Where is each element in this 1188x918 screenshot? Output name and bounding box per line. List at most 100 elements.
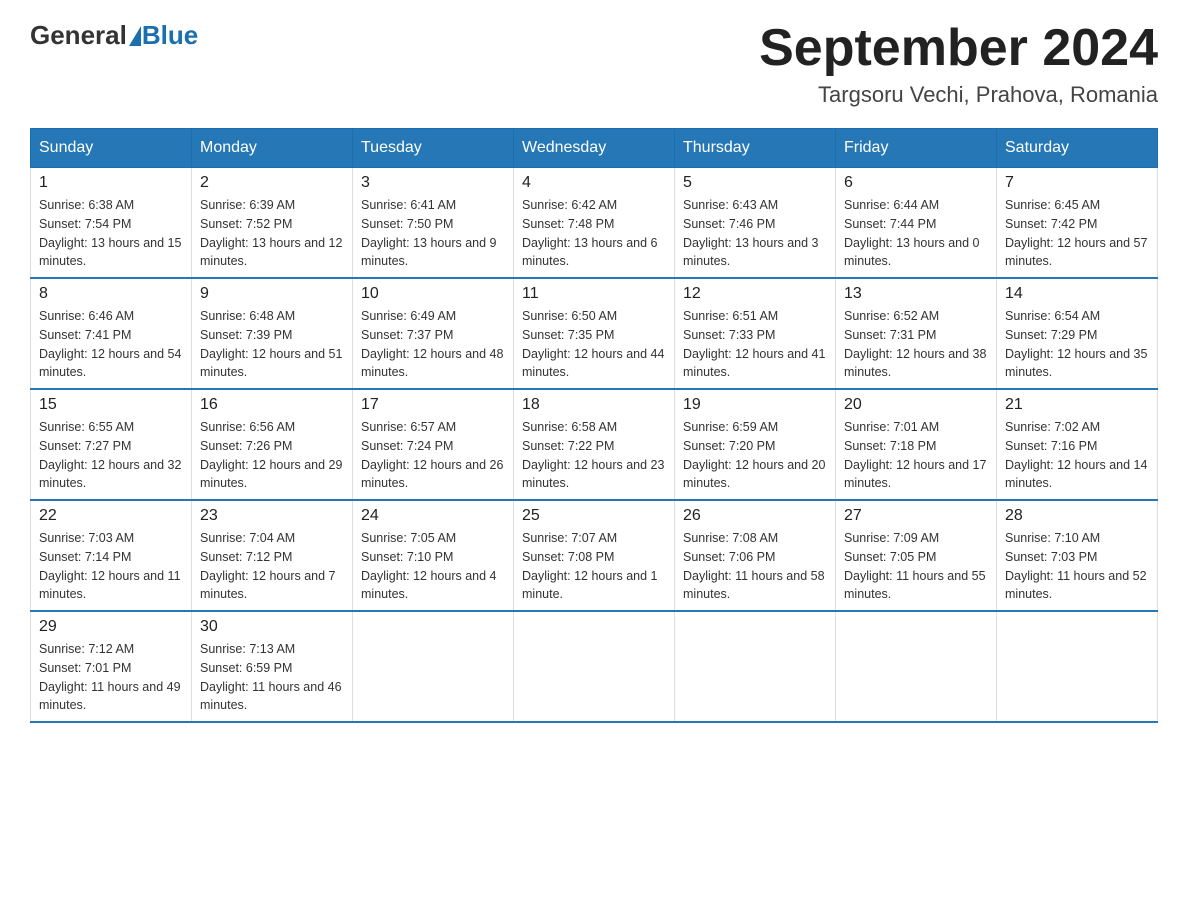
- day-number: 14: [1005, 285, 1149, 303]
- calendar-cell: 1 Sunrise: 6:38 AM Sunset: 7:54 PM Dayli…: [31, 168, 192, 279]
- calendar-cell: 6 Sunrise: 6:44 AM Sunset: 7:44 PM Dayli…: [836, 168, 997, 279]
- location-title: Targsoru Vechi, Prahova, Romania: [759, 82, 1158, 108]
- day-number: 8: [39, 285, 183, 303]
- day-number: 6: [844, 174, 988, 192]
- day-number: 17: [361, 396, 505, 414]
- day-number: 24: [361, 507, 505, 525]
- week-row: 8 Sunrise: 6:46 AM Sunset: 7:41 PM Dayli…: [31, 278, 1158, 389]
- day-info: Sunrise: 6:41 AM Sunset: 7:50 PM Dayligh…: [361, 196, 505, 271]
- day-number: 11: [522, 285, 666, 303]
- day-number: 25: [522, 507, 666, 525]
- calendar-cell: 5 Sunrise: 6:43 AM Sunset: 7:46 PM Dayli…: [675, 168, 836, 279]
- day-info: Sunrise: 6:45 AM Sunset: 7:42 PM Dayligh…: [1005, 196, 1149, 271]
- day-info: Sunrise: 6:59 AM Sunset: 7:20 PM Dayligh…: [683, 418, 827, 493]
- day-of-week-header: Saturday: [997, 129, 1158, 168]
- calendar-cell: 14 Sunrise: 6:54 AM Sunset: 7:29 PM Dayl…: [997, 278, 1158, 389]
- day-info: Sunrise: 7:01 AM Sunset: 7:18 PM Dayligh…: [844, 418, 988, 493]
- day-number: 1: [39, 174, 183, 192]
- day-number: 26: [683, 507, 827, 525]
- day-info: Sunrise: 7:03 AM Sunset: 7:14 PM Dayligh…: [39, 529, 183, 604]
- day-number: 27: [844, 507, 988, 525]
- day-number: 10: [361, 285, 505, 303]
- day-of-week-header: Wednesday: [514, 129, 675, 168]
- calendar-cell: 10 Sunrise: 6:49 AM Sunset: 7:37 PM Dayl…: [353, 278, 514, 389]
- day-number: 30: [200, 618, 344, 636]
- day-info: Sunrise: 6:58 AM Sunset: 7:22 PM Dayligh…: [522, 418, 666, 493]
- week-row: 22 Sunrise: 7:03 AM Sunset: 7:14 PM Dayl…: [31, 500, 1158, 611]
- calendar-cell: 26 Sunrise: 7:08 AM Sunset: 7:06 PM Dayl…: [675, 500, 836, 611]
- calendar-cell: 7 Sunrise: 6:45 AM Sunset: 7:42 PM Dayli…: [997, 168, 1158, 279]
- day-number: 9: [200, 285, 344, 303]
- day-number: 29: [39, 618, 183, 636]
- day-info: Sunrise: 7:12 AM Sunset: 7:01 PM Dayligh…: [39, 640, 183, 715]
- page-header: General Blue September 2024 Targsoru Vec…: [30, 20, 1158, 108]
- calendar-cell: 17 Sunrise: 6:57 AM Sunset: 7:24 PM Dayl…: [353, 389, 514, 500]
- logo: General Blue: [30, 20, 198, 51]
- day-number: 13: [844, 285, 988, 303]
- calendar-cell: 15 Sunrise: 6:55 AM Sunset: 7:27 PM Dayl…: [31, 389, 192, 500]
- logo-blue-text: Blue: [142, 20, 198, 51]
- day-number: 5: [683, 174, 827, 192]
- day-number: 2: [200, 174, 344, 192]
- day-info: Sunrise: 6:38 AM Sunset: 7:54 PM Dayligh…: [39, 196, 183, 271]
- day-info: Sunrise: 6:44 AM Sunset: 7:44 PM Dayligh…: [844, 196, 988, 271]
- calendar-cell: 9 Sunrise: 6:48 AM Sunset: 7:39 PM Dayli…: [192, 278, 353, 389]
- day-info: Sunrise: 7:02 AM Sunset: 7:16 PM Dayligh…: [1005, 418, 1149, 493]
- day-info: Sunrise: 7:07 AM Sunset: 7:08 PM Dayligh…: [522, 529, 666, 604]
- calendar-cell: 18 Sunrise: 6:58 AM Sunset: 7:22 PM Dayl…: [514, 389, 675, 500]
- calendar-cell: 19 Sunrise: 6:59 AM Sunset: 7:20 PM Dayl…: [675, 389, 836, 500]
- calendar-cell: [836, 611, 997, 722]
- calendar-cell: [353, 611, 514, 722]
- logo-blue-part: Blue: [127, 20, 198, 51]
- calendar-cell: [514, 611, 675, 722]
- month-title: September 2024: [759, 20, 1158, 77]
- title-section: September 2024 Targsoru Vechi, Prahova, …: [759, 20, 1158, 108]
- day-info: Sunrise: 6:43 AM Sunset: 7:46 PM Dayligh…: [683, 196, 827, 271]
- logo-general-text: General: [30, 20, 127, 51]
- calendar-header-row: SundayMondayTuesdayWednesdayThursdayFrid…: [31, 129, 1158, 168]
- day-info: Sunrise: 6:50 AM Sunset: 7:35 PM Dayligh…: [522, 307, 666, 382]
- calendar-cell: [675, 611, 836, 722]
- day-info: Sunrise: 7:10 AM Sunset: 7:03 PM Dayligh…: [1005, 529, 1149, 604]
- day-number: 28: [1005, 507, 1149, 525]
- day-of-week-header: Sunday: [31, 129, 192, 168]
- calendar-cell: 16 Sunrise: 6:56 AM Sunset: 7:26 PM Dayl…: [192, 389, 353, 500]
- calendar-cell: 22 Sunrise: 7:03 AM Sunset: 7:14 PM Dayl…: [31, 500, 192, 611]
- day-of-week-header: Friday: [836, 129, 997, 168]
- calendar-cell: 29 Sunrise: 7:12 AM Sunset: 7:01 PM Dayl…: [31, 611, 192, 722]
- day-of-week-header: Thursday: [675, 129, 836, 168]
- calendar-table: SundayMondayTuesdayWednesdayThursdayFrid…: [30, 128, 1158, 723]
- day-info: Sunrise: 6:42 AM Sunset: 7:48 PM Dayligh…: [522, 196, 666, 271]
- calendar-cell: 20 Sunrise: 7:01 AM Sunset: 7:18 PM Dayl…: [836, 389, 997, 500]
- day-number: 20: [844, 396, 988, 414]
- day-info: Sunrise: 6:49 AM Sunset: 7:37 PM Dayligh…: [361, 307, 505, 382]
- calendar-cell: 4 Sunrise: 6:42 AM Sunset: 7:48 PM Dayli…: [514, 168, 675, 279]
- calendar-cell: 23 Sunrise: 7:04 AM Sunset: 7:12 PM Dayl…: [192, 500, 353, 611]
- calendar-cell: 3 Sunrise: 6:41 AM Sunset: 7:50 PM Dayli…: [353, 168, 514, 279]
- calendar-cell: 21 Sunrise: 7:02 AM Sunset: 7:16 PM Dayl…: [997, 389, 1158, 500]
- day-info: Sunrise: 6:46 AM Sunset: 7:41 PM Dayligh…: [39, 307, 183, 382]
- calendar-cell: [997, 611, 1158, 722]
- calendar-cell: 2 Sunrise: 6:39 AM Sunset: 7:52 PM Dayli…: [192, 168, 353, 279]
- calendar-cell: 12 Sunrise: 6:51 AM Sunset: 7:33 PM Dayl…: [675, 278, 836, 389]
- day-info: Sunrise: 6:48 AM Sunset: 7:39 PM Dayligh…: [200, 307, 344, 382]
- day-info: Sunrise: 7:08 AM Sunset: 7:06 PM Dayligh…: [683, 529, 827, 604]
- calendar-cell: 30 Sunrise: 7:13 AM Sunset: 6:59 PM Dayl…: [192, 611, 353, 722]
- week-row: 15 Sunrise: 6:55 AM Sunset: 7:27 PM Dayl…: [31, 389, 1158, 500]
- day-number: 18: [522, 396, 666, 414]
- day-info: Sunrise: 6:51 AM Sunset: 7:33 PM Dayligh…: [683, 307, 827, 382]
- week-row: 29 Sunrise: 7:12 AM Sunset: 7:01 PM Dayl…: [31, 611, 1158, 722]
- week-row: 1 Sunrise: 6:38 AM Sunset: 7:54 PM Dayli…: [31, 168, 1158, 279]
- calendar-cell: 24 Sunrise: 7:05 AM Sunset: 7:10 PM Dayl…: [353, 500, 514, 611]
- day-number: 22: [39, 507, 183, 525]
- day-number: 3: [361, 174, 505, 192]
- day-number: 23: [200, 507, 344, 525]
- day-info: Sunrise: 6:39 AM Sunset: 7:52 PM Dayligh…: [200, 196, 344, 271]
- day-info: Sunrise: 7:09 AM Sunset: 7:05 PM Dayligh…: [844, 529, 988, 604]
- day-info: Sunrise: 6:54 AM Sunset: 7:29 PM Dayligh…: [1005, 307, 1149, 382]
- calendar-cell: 11 Sunrise: 6:50 AM Sunset: 7:35 PM Dayl…: [514, 278, 675, 389]
- calendar-cell: 28 Sunrise: 7:10 AM Sunset: 7:03 PM Dayl…: [997, 500, 1158, 611]
- day-number: 16: [200, 396, 344, 414]
- day-of-week-header: Monday: [192, 129, 353, 168]
- calendar-cell: 13 Sunrise: 6:52 AM Sunset: 7:31 PM Dayl…: [836, 278, 997, 389]
